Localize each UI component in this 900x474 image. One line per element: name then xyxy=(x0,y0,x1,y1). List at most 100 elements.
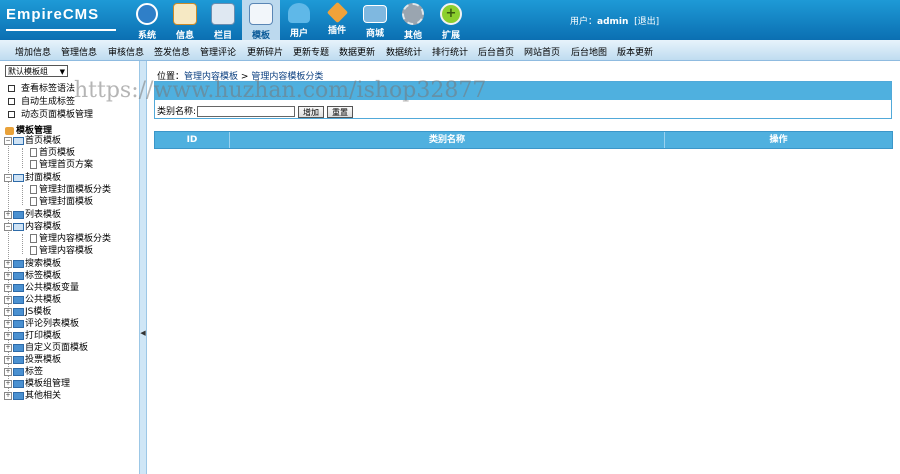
collapse-arrow-icon[interactable]: ◀ xyxy=(140,329,146,337)
tree-list-template[interactable]: + 列表模板 xyxy=(4,209,61,221)
col-category-name: 类别名称 xyxy=(230,132,665,148)
tree-node[interactable]: + JS模板 xyxy=(4,306,51,318)
checkbox-icon xyxy=(8,85,15,92)
expand-icon[interactable]: + xyxy=(4,331,12,340)
tree-leaf[interactable]: 管理封面模板分类 xyxy=(30,184,111,196)
user-name: admin xyxy=(597,17,629,27)
submenu-item[interactable]: 增加信息 xyxy=(15,45,51,58)
submenu-item[interactable]: 网站首页 xyxy=(524,45,560,58)
submenu-item[interactable]: 数据统计 xyxy=(386,45,422,58)
expand-icon[interactable]: + xyxy=(4,259,12,268)
tree-cover-template[interactable]: − 封面模板 xyxy=(4,172,61,184)
tree-node[interactable]: + 公共模板 xyxy=(4,294,61,306)
sub-menu: 增加信息 管理信息 审核信息 签发信息 管理评论 更新碎片 更新专题 数据更新 … xyxy=(0,40,900,61)
tree-leaf[interactable]: 管理内容模板 xyxy=(30,245,93,257)
expand-icon[interactable]: + xyxy=(4,210,12,219)
nav-info[interactable]: 信息 xyxy=(166,0,204,41)
col-actions: 操作 xyxy=(769,135,788,145)
expand-icon[interactable]: + xyxy=(4,391,12,400)
tree-node[interactable]: + 公共模板变量 xyxy=(4,282,79,294)
card-icon xyxy=(363,5,387,23)
chevron-down-icon: ▼ xyxy=(59,68,65,76)
tree-node[interactable]: + 打印模板 xyxy=(4,330,61,342)
submenu-item[interactable]: 排行统计 xyxy=(432,45,468,58)
submenu-item[interactable]: 版本更新 xyxy=(617,45,653,58)
tree-leaf[interactable]: 管理内容模板分类 xyxy=(30,233,111,245)
gear-icon xyxy=(402,3,424,25)
expand-icon[interactable]: + xyxy=(4,355,12,364)
submenu-item[interactable]: 审核信息 xyxy=(108,45,144,58)
document-icon xyxy=(30,160,37,169)
nav-template[interactable]: 模板 xyxy=(242,0,280,41)
nav-plugin[interactable]: 插件 xyxy=(318,0,356,40)
pencil-icon xyxy=(173,3,197,25)
sidebar-splitter[interactable]: ◀ xyxy=(139,61,147,474)
submenu-item[interactable]: 后台地图 xyxy=(571,45,607,58)
tree-home-template[interactable]: − 首页模板 xyxy=(4,135,61,147)
collapse-icon[interactable]: − xyxy=(4,173,12,182)
category-name-input[interactable] xyxy=(197,106,296,117)
submenu-item[interactable]: 管理评论 xyxy=(200,45,236,58)
tree-guide xyxy=(22,234,23,254)
tree-node[interactable]: + 投票模板 xyxy=(4,354,61,366)
logout-link[interactable]: [退出] xyxy=(634,17,659,27)
folder-icon xyxy=(13,283,24,292)
submenu-item[interactable]: 签发信息 xyxy=(154,45,190,58)
folder-icon xyxy=(13,307,24,316)
submenu-item[interactable]: 更新碎片 xyxy=(247,45,283,58)
submenu-item[interactable]: 后台首页 xyxy=(478,45,514,58)
plus-icon: + xyxy=(440,3,462,25)
search-panel: 类别名称: 增加 重置 xyxy=(154,81,892,119)
submenu-item[interactable]: 更新专题 xyxy=(293,45,329,58)
folder-icon xyxy=(13,391,24,400)
tools-icon xyxy=(326,1,348,24)
tree-node[interactable]: + 其他相关 xyxy=(4,390,61,402)
folder-icon xyxy=(13,210,24,219)
tree-node[interactable]: + 搜索模板 xyxy=(4,258,61,270)
user-icon xyxy=(288,3,310,23)
folder-icon xyxy=(13,343,24,352)
expand-icon[interactable]: + xyxy=(4,367,12,376)
nav-column[interactable]: 栏目 xyxy=(204,0,242,41)
expand-icon[interactable]: + xyxy=(4,319,12,328)
tree-node[interactable]: + 标签模板 xyxy=(4,270,61,282)
checkbox-icon xyxy=(8,98,15,105)
folder-open-icon xyxy=(13,222,24,231)
tree-node[interactable]: + 模板组管理 xyxy=(4,378,70,390)
collapse-icon[interactable]: − xyxy=(4,222,12,231)
tree-node[interactable]: + 自定义页面模板 xyxy=(4,342,88,354)
op-dynamic-template[interactable]: 动态页面模板管理 xyxy=(8,107,93,120)
nav-user[interactable]: 用户 xyxy=(280,0,318,40)
nav-system[interactable]: 系统 xyxy=(128,0,166,41)
submenu-item[interactable]: 管理信息 xyxy=(61,45,97,58)
op-auto-gen-tag[interactable]: 自动生成标签 xyxy=(8,94,75,107)
folder-icon xyxy=(13,319,24,328)
submenu-item[interactable]: 数据更新 xyxy=(339,45,375,58)
nav-other[interactable]: 其他 xyxy=(394,0,432,41)
expand-icon[interactable]: + xyxy=(4,283,12,292)
folder-icon xyxy=(211,3,235,25)
expand-icon[interactable]: + xyxy=(4,343,12,352)
tree-leaf[interactable]: 管理首页方案 xyxy=(30,159,93,171)
reset-button[interactable]: 重置 xyxy=(327,105,354,118)
add-button[interactable]: 增加 xyxy=(298,105,325,118)
folder-icon xyxy=(13,367,24,376)
search-label: 类别名称: xyxy=(157,107,197,117)
expand-icon[interactable]: + xyxy=(4,271,12,280)
tree-content-template[interactable]: − 内容模板 xyxy=(4,221,61,233)
tree-node[interactable]: + 评论列表模板 xyxy=(4,318,79,330)
document-icon xyxy=(30,246,37,255)
nav-extend[interactable]: + 扩展 xyxy=(432,0,470,41)
tree-leaf[interactable]: 首页模板 xyxy=(30,147,75,159)
collapse-icon[interactable]: − xyxy=(4,136,12,145)
tree-leaf[interactable]: 管理封面模板 xyxy=(30,196,93,208)
op-view-tag-syntax[interactable]: 查看标签语法 xyxy=(8,81,75,94)
expand-icon[interactable]: + xyxy=(4,295,12,304)
template-group-select[interactable]: 默认模板组 ▼ xyxy=(5,65,68,77)
expand-icon[interactable]: + xyxy=(4,379,12,388)
expand-icon[interactable]: + xyxy=(4,307,12,316)
folder-open-icon xyxy=(13,173,24,182)
checkbox-icon xyxy=(8,111,15,118)
nav-shop[interactable]: 商城 xyxy=(356,0,394,40)
tree-node[interactable]: + 标签 xyxy=(4,366,43,378)
